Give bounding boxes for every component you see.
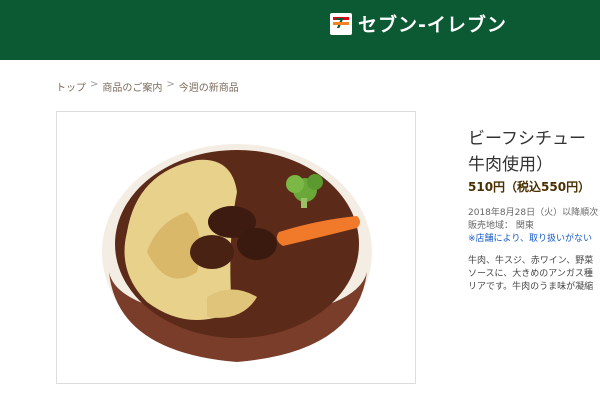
site-header: 7 セブン-イレブン — [0, 0, 600, 60]
product-image-frame — [56, 111, 416, 384]
product-description: 牛肉、牛スジ、赤ワイン、野菜 ソースに、大きめのアンガス種 リアです。牛肉のうま… — [468, 255, 593, 294]
product-meta: 2018年8月28日（火）以降順次 販売地域： 関東 ※店舗により、取り扱いがな… — [468, 207, 598, 246]
breadcrumb-top[interactable]: トップ — [56, 79, 86, 94]
logo-text: セブン-イレブン — [358, 14, 507, 36]
product-title-line2: 牛肉使用） — [468, 155, 553, 175]
breadcrumb: トップ > 商品のご案内 > 今週の新商品 — [56, 79, 239, 94]
product-price: 510円（税込550円） — [468, 180, 591, 194]
breadcrumb-separator: > — [90, 79, 99, 90]
release-date: 2018年8月28日（火）以降順次 — [468, 208, 599, 218]
description-line: 牛肉、牛スジ、赤ワイン、野菜 — [468, 256, 594, 266]
seven-logo-icon: 7 — [330, 12, 352, 35]
store-availability-note[interactable]: ※店舗により、取り扱いがない — [468, 233, 598, 246]
seven-eleven-logo[interactable]: 7 セブン-イレブン — [330, 10, 507, 37]
description-line: ソースに、大きめのアンガス種 — [468, 269, 593, 279]
description-line: リアです。牛肉のうま味が凝縮 — [468, 282, 594, 292]
breadcrumb-separator: > — [166, 79, 175, 90]
breadcrumb-new-items[interactable]: 今週の新商品 — [179, 79, 239, 94]
breadcrumb-products[interactable]: 商品のご案内 — [102, 79, 162, 94]
product-title-line1: ビーフシチュー — [468, 129, 586, 149]
sales-region: 販売地域： 関東 — [468, 221, 534, 231]
product-photo — [102, 144, 372, 362]
product-title: ビーフシチュー 牛肉使用） — [468, 126, 586, 178]
